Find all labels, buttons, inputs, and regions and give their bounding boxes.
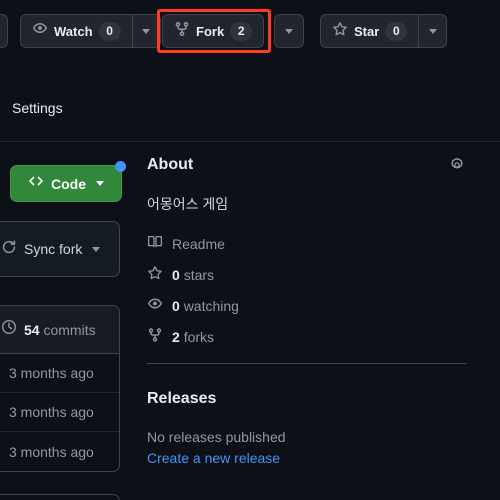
fork-button[interactable]: Fork 2 xyxy=(163,15,264,47)
github-repo-page: Watch 0 Fork 2 Star 0 Settings Code Sync… xyxy=(0,0,500,500)
sidebar-divider xyxy=(147,362,466,364)
about-watching-value: 0 xyxy=(172,298,180,315)
repo-forked-icon xyxy=(174,21,190,42)
releases-title: Releases xyxy=(147,389,217,407)
star-icon xyxy=(147,265,163,286)
fork-dropdown-group[interactable] xyxy=(274,14,304,48)
about-header: About xyxy=(147,150,467,180)
commits-header-row[interactable]: 54 commits xyxy=(0,306,119,354)
releases-empty-text: No releases published xyxy=(147,428,286,445)
chevron-down-icon xyxy=(285,28,293,34)
repo-nav-row: Settings xyxy=(0,95,500,141)
star-button[interactable]: Star 0 xyxy=(321,15,419,47)
history-icon xyxy=(1,319,17,340)
about-watching-text: 0 watching xyxy=(172,298,239,314)
sync-icon xyxy=(1,239,17,260)
nav-item-settings[interactable]: Settings xyxy=(12,101,63,115)
file-row-time: 3 months ago xyxy=(9,365,94,381)
file-row-time: 3 months ago xyxy=(9,443,94,460)
commit-count-label: commits xyxy=(43,321,96,338)
code-icon xyxy=(28,173,44,194)
about-watching-label: watching xyxy=(183,298,239,315)
about-stars-link[interactable]: 0 stars xyxy=(147,260,467,291)
commit-count-text: 54 commits xyxy=(24,322,96,338)
table-row[interactable]: 3 months ago xyxy=(0,354,119,393)
about-meta-list: Readme 0 stars 0 watching 2 forks xyxy=(147,229,467,353)
star-dropdown-toggle[interactable] xyxy=(418,15,447,47)
fork-button-label: Fork xyxy=(196,23,225,39)
eye-icon xyxy=(147,296,163,317)
sync-fork-label: Sync fork xyxy=(24,241,83,257)
chevron-down-icon xyxy=(142,28,151,34)
star-button-group[interactable]: Star 0 xyxy=(320,14,448,48)
code-button[interactable]: Code xyxy=(10,161,126,202)
repo-main-column: Code Sync fork 54 commits 3 months ago 3… xyxy=(0,150,130,500)
file-row-time: 3 months ago xyxy=(9,404,94,420)
gear-icon[interactable] xyxy=(447,155,467,175)
about-forks-link[interactable]: 2 forks xyxy=(147,322,467,353)
about-title: About xyxy=(147,156,194,173)
watch-button-label: Watch xyxy=(54,23,93,39)
about-readme-link[interactable]: Readme xyxy=(147,229,467,260)
about-forks-text: 2 forks xyxy=(172,329,214,345)
sync-fork-button[interactable]: Sync fork xyxy=(0,221,120,277)
star-count: 0 xyxy=(385,21,408,41)
nav-bottom-divider xyxy=(0,141,500,142)
watch-button-group[interactable]: Watch 0 xyxy=(20,14,161,48)
about-forks-value: 2 xyxy=(172,329,180,346)
table-row[interactable]: 3 months ago xyxy=(0,432,119,471)
about-stars-text: 0 stars xyxy=(172,267,214,283)
code-button-badge-dot xyxy=(115,161,126,172)
eye-icon xyxy=(32,21,48,42)
repo-sidebar: About 어몽어스 게임 Readme 0 stars 0 watching … xyxy=(147,150,467,500)
book-icon xyxy=(147,234,163,255)
chevron-down-icon xyxy=(92,246,101,252)
fork-dropdown-toggle[interactable] xyxy=(275,15,303,47)
about-watching-link[interactable]: 0 watching xyxy=(147,291,467,322)
watch-dropdown-toggle[interactable] xyxy=(131,15,160,47)
watch-button[interactable]: Watch 0 xyxy=(21,15,132,47)
watch-count: 0 xyxy=(98,21,121,41)
star-icon xyxy=(332,21,348,42)
about-forks-label: forks xyxy=(183,329,215,346)
star-button-label: Star xyxy=(354,23,380,39)
commit-count-number: 54 xyxy=(24,321,40,338)
clipped-button-body[interactable] xyxy=(0,15,3,47)
code-button-label: Code xyxy=(51,175,86,192)
create-release-link[interactable]: Create a new release xyxy=(147,449,280,467)
about-stars-value: 0 xyxy=(172,267,180,284)
about-stars-label: stars xyxy=(183,267,215,284)
clipped-button-partial[interactable] xyxy=(0,14,8,48)
repo-forked-icon xyxy=(147,327,163,348)
chevron-down-icon xyxy=(428,28,437,34)
fork-count: 2 xyxy=(230,21,253,41)
about-readme-label: Readme xyxy=(172,236,225,253)
file-list-panel: 54 commits 3 months ago 3 months ago 3 m… xyxy=(0,305,120,472)
chevron-down-icon xyxy=(96,181,104,186)
about-description: 어몽어스 게임 xyxy=(147,196,229,212)
fork-button-group[interactable]: Fork 2 xyxy=(162,14,265,48)
readme-panel-partial xyxy=(0,494,120,500)
table-row[interactable]: 3 months ago xyxy=(0,393,119,432)
repo-action-bar: Watch 0 Fork 2 Star 0 xyxy=(0,0,500,62)
